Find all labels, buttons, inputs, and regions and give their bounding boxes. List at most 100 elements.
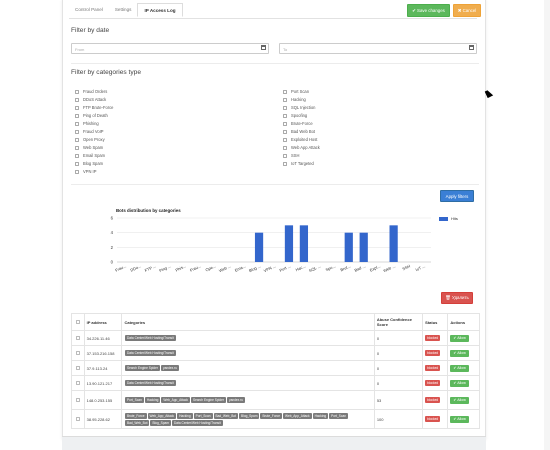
date-from-input[interactable]: From [71,43,269,54]
allow-button[interactable]: ✔ Allow [450,364,469,372]
checkbox[interactable] [283,129,287,134]
category-checkbox-item[interactable]: SSH [283,152,299,159]
category-tag: Web_App_Attack [161,397,190,403]
category-checkbox-item[interactable]: Fraud Orders [75,88,107,95]
table-body: 34.226.11.46 Data Center/Web Hosting/Tran… [71,330,480,429]
table-row: 34.226.11.46 Data Center/Web Hosting/Tran… [71,330,480,346]
row-checkbox[interactable] [75,398,80,402]
tab-ip-access-log[interactable]: IP Access Log [137,3,183,17]
status-badge: blocked [425,350,441,356]
select-all-header[interactable] [71,313,85,331]
category-checkbox-item[interactable]: Email Spam [75,152,105,159]
category-label: Fraud VoIP [83,129,104,134]
category-checkbox-item[interactable]: VPN IP [75,168,96,175]
allow-button[interactable]: ✔ Allow [450,396,469,404]
apply-filters-button[interactable]: Apply filters [440,190,474,202]
checkbox[interactable] [75,169,79,174]
row-select-cell[interactable] [71,375,85,391]
divider [71,184,479,185]
checkbox[interactable] [283,137,287,142]
select-all-checkbox[interactable] [75,320,80,324]
checkbox[interactable] [283,105,287,110]
checkbox[interactable] [283,89,287,94]
page-scrollbar[interactable] [544,0,550,450]
y-tick-label: 6 [111,216,114,221]
category-tag: Data Center/Web Hosting/Transit [124,380,176,386]
status-badge: blocked [425,416,441,422]
page-background-left [0,0,60,450]
category-checkbox-item[interactable]: Brute-Force [283,120,313,127]
category-checkbox-item[interactable]: Phishing [75,120,99,127]
row-select-cell[interactable] [71,360,85,376]
legend-label: Hits [451,216,458,221]
checkbox[interactable] [283,121,287,126]
tab-control-panel[interactable]: Control Panel [69,3,109,17]
category-checkbox-item[interactable]: Bad Web Bot [283,128,315,135]
row-select-cell[interactable] [71,330,85,346]
allow-button[interactable]: ✔ Allow [450,334,469,342]
bar [254,232,264,262]
row-select-cell[interactable] [71,390,85,410]
x-tick-label: VPN ... [263,263,277,273]
checkbox[interactable] [283,153,287,158]
ip-address-cell: 38.95.228.62 [83,409,123,429]
category-checkbox-item[interactable]: Open Proxy [75,136,105,143]
row-checkbox[interactable] [75,336,80,340]
category-checkbox-item[interactable]: Blog Spam [75,160,103,167]
y-tick-label: 0 [111,260,114,265]
cancel-button[interactable]: ✖ Cancel [453,4,481,17]
calendar-icon[interactable] [469,45,474,50]
checkbox[interactable] [283,145,287,150]
save-changes-button[interactable]: ✔ Save changes [407,4,450,17]
category-label: SQL Injection [291,105,316,110]
category-checkbox-item[interactable]: Ping of Death [75,112,108,119]
checkbox[interactable] [283,161,287,166]
category-tag: Blog_Spam [239,412,260,419]
category-label: Open Proxy [83,137,105,142]
category-checkbox-item[interactable]: Spoofing [283,112,307,119]
category-checkbox-item[interactable]: Fraud VoIP [75,128,103,135]
row-checkbox[interactable] [75,351,80,355]
date-to-input[interactable]: To [279,43,477,54]
category-checkbox-item[interactable]: Hacking [283,96,306,103]
category-checkbox-item[interactable]: DDoS Attack [75,96,106,103]
ip-address-cell: 148.0.253.155 [83,390,123,410]
allow-button[interactable]: ✔ Allow [450,415,469,423]
row-checkbox[interactable] [75,417,80,421]
category-checkbox-item[interactable]: Exploited Host [283,136,317,143]
checkbox[interactable] [75,89,79,94]
ip-address-cell: 37.9.113.24 [83,360,123,376]
calendar-icon[interactable] [261,45,266,50]
category-checkbox-item[interactable]: Port Scan [283,88,309,95]
x-tick-label: Expl... [369,263,381,272]
row-checkbox[interactable] [75,366,80,370]
checkbox[interactable] [75,137,79,142]
row-select-cell[interactable] [71,345,85,361]
checkbox[interactable] [283,113,287,118]
checkbox[interactable] [75,161,79,166]
actions-cell: ✔ Allow [447,409,480,429]
x-tick-label: Bad ... [354,263,367,272]
checkbox[interactable] [75,113,79,118]
checkbox[interactable] [75,105,79,110]
category-checkbox-item[interactable]: Web App Attack [283,144,320,151]
checkbox[interactable] [283,97,287,102]
checkbox[interactable] [75,97,79,102]
category-checkbox-item[interactable]: SQL Injection [283,104,315,111]
delete-button[interactable]: 🗑 Удалить [441,292,473,304]
category-tag: Port_Scan [193,412,213,419]
allow-button[interactable]: ✔ Allow [450,379,469,387]
checkbox[interactable] [75,121,79,126]
tab-settings[interactable]: Settings [109,3,138,17]
checkbox[interactable] [75,129,79,134]
category-checkbox-item[interactable]: Web Spam [75,144,103,151]
checkbox[interactable] [75,153,79,158]
row-checkbox[interactable] [75,381,80,385]
bar [299,225,309,262]
row-select-cell[interactable] [71,409,85,429]
checkbox[interactable] [75,145,79,150]
category-checkbox-item[interactable]: IoT Targeted [283,160,314,167]
category-checkbox-item[interactable]: FTP Brute-Force [75,104,113,111]
allow-button[interactable]: ✔ Allow [450,349,469,357]
y-tick-label: 2 [111,245,114,250]
